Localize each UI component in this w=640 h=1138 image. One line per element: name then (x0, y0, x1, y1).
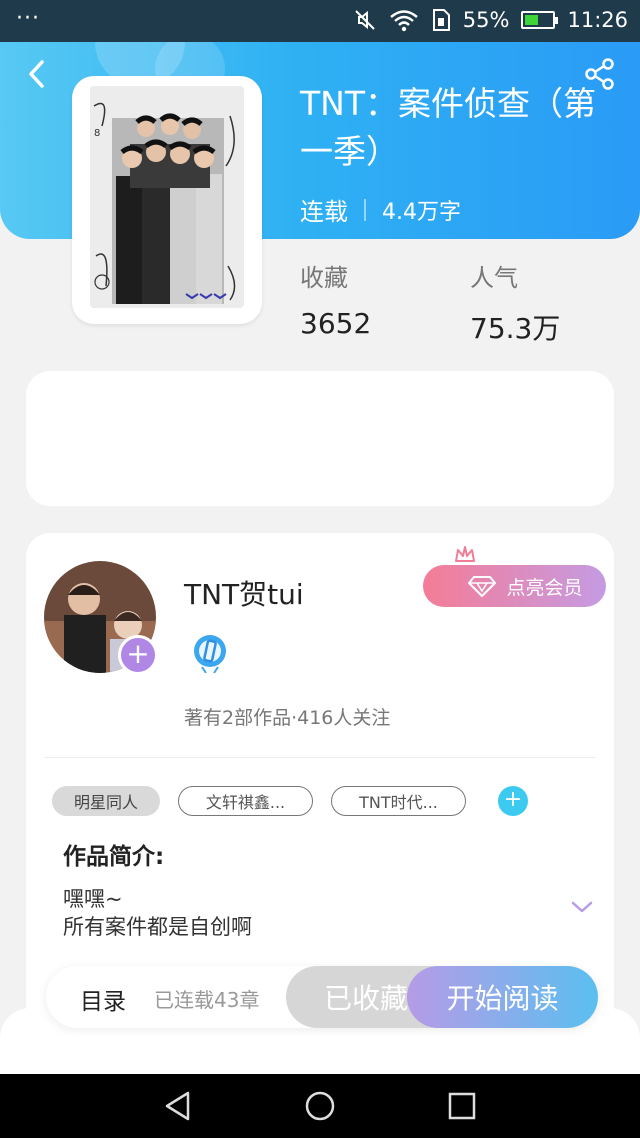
vip-button[interactable]: 点亮会员 (423, 565, 606, 607)
back-arrow-icon[interactable] (20, 56, 56, 92)
battery-fill (525, 15, 538, 25)
nav-home-icon[interactable] (302, 1088, 338, 1124)
author-badge-icon (194, 635, 226, 673)
add-tag-plus-icon[interactable]: + (498, 786, 528, 816)
status-bar-right: 55% 11:26 (353, 8, 628, 32)
intro-line: 所有案件都是自创啊 (63, 915, 252, 939)
tag-item[interactable]: TNT时代... (331, 786, 466, 816)
nav-recents-icon[interactable] (444, 1088, 480, 1124)
intro-text: 嘿嘿~ 所有案件都是自创啊 (63, 885, 252, 941)
meta-divider (364, 198, 366, 221)
chevron-down-icon[interactable] (570, 899, 594, 915)
battery-icon (521, 11, 559, 29)
notification-dots: ··· (16, 6, 40, 31)
intro-heading: 作品简介: (63, 844, 165, 870)
author-name[interactable]: TNT贺tui (184, 573, 304, 613)
diamond-icon (468, 576, 497, 597)
serial-status: 连载 (300, 198, 348, 226)
status-bar: ··· 55% 11:26 (0, 0, 640, 42)
intro-line: 嘿嘿~ (63, 887, 123, 911)
book-cover[interactable]: 8 (72, 76, 262, 324)
system-nav-bar (0, 1074, 640, 1138)
tag-item[interactable]: 文轩祺鑫... (178, 786, 313, 816)
svg-text:8: 8 (94, 128, 100, 139)
book-title: TNT：案件侦查（第一季） (300, 84, 597, 171)
cover-image: 8 (90, 86, 244, 308)
chapter-count[interactable]: 已连载43章 (154, 984, 259, 1013)
favorites-stat: 收藏 3652 (300, 258, 371, 340)
clock: 11:26 (567, 8, 628, 32)
crown-icon (455, 546, 475, 562)
follow-plus-icon[interactable]: + (118, 635, 158, 675)
toc-button[interactable]: 目录 (80, 982, 126, 1016)
book-meta: 连载 4.4万字 (300, 192, 461, 227)
mute-icon (355, 10, 375, 30)
tag-item[interactable]: 明星同人 (52, 786, 160, 816)
favorites-label: 收藏 (300, 264, 348, 292)
popularity-stat: 人气 75.3万 (470, 258, 560, 347)
popularity-label: 人气 (470, 264, 518, 292)
battery-percent: 55% (462, 8, 510, 32)
action-bar: 目录 已连载43章 已收藏 开始阅读 (46, 966, 598, 1028)
wifi-icon (389, 10, 418, 32)
vip-label: 点亮会员 (506, 576, 583, 599)
divider (44, 757, 596, 758)
favorites-value: 3652 (300, 307, 372, 340)
nav-back-icon[interactable] (160, 1088, 196, 1124)
sim-icon (432, 9, 450, 31)
blank-card (26, 371, 614, 506)
start-reading-button[interactable]: 开始阅读 (407, 966, 598, 1028)
author-stats: 著有2部作品·416人关注 (184, 707, 391, 729)
word-count: 4.4万字 (382, 199, 461, 225)
tag-list: 明星同人 文轩祺鑫... TNT时代... + (52, 786, 528, 816)
popularity-value: 75.3万 (470, 312, 561, 345)
